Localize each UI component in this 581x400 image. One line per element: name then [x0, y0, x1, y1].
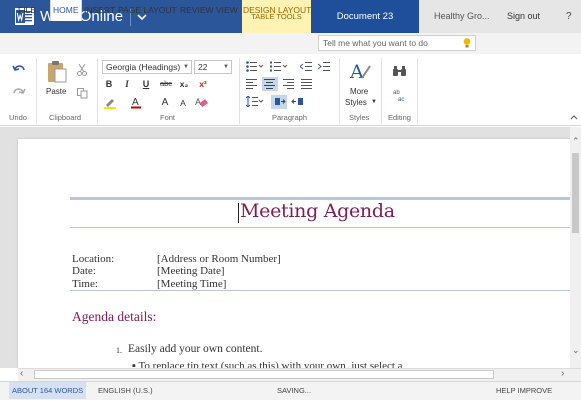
paste-button-label[interactable]: Paste — [46, 87, 66, 96]
date-value[interactable]: [Meeting Date] — [157, 265, 225, 277]
ribbon-tabs — [0, 33, 581, 54]
tab-file[interactable]: FILE — [18, 0, 36, 21]
numbering-icon[interactable] — [270, 61, 288, 74]
collapse-ribbon-icon[interactable] — [570, 112, 578, 122]
tab-home[interactable]: HOME — [50, 0, 82, 21]
italic-button[interactable]: I — [121, 79, 133, 89]
group-divider — [381, 58, 382, 124]
tab-design[interactable]: DESIGN — [243, 0, 276, 21]
styles-icon[interactable]: A — [349, 60, 372, 84]
vertical-scroll-thumb[interactable] — [572, 153, 579, 233]
group-divider — [97, 58, 98, 124]
svg-text:A: A — [195, 97, 201, 107]
grow-font-button[interactable]: A — [159, 97, 171, 108]
font-size-select[interactable]: 22 ▼ — [194, 60, 232, 74]
cut-icon[interactable] — [77, 63, 87, 78]
text-cursor — [238, 203, 239, 223]
svg-text:ac: ac — [398, 97, 404, 102]
agenda-heading[interactable]: Agenda details: — [72, 309, 156, 325]
rtl-direction-icon[interactable] — [291, 96, 305, 110]
scroll-left-icon[interactable]: ‹ — [20, 368, 23, 379]
location-label[interactable]: Location: — [72, 253, 114, 265]
list-item[interactable]: Easily add your own content. — [128, 343, 262, 355]
font-color-icon[interactable]: A — [130, 96, 144, 111]
justify-icon[interactable] — [301, 79, 313, 91]
saving-status: SAVING... — [277, 386, 312, 395]
scroll-right-icon[interactable]: › — [561, 368, 564, 379]
tab-insert[interactable]: INSERT — [84, 0, 115, 21]
editing-group-label: Editing — [388, 113, 411, 122]
heading-rule-bottom — [70, 227, 570, 228]
svg-text:A: A — [350, 61, 364, 82]
fields-table-rule — [70, 290, 570, 291]
paste-icon[interactable] — [46, 60, 68, 86]
help-improve-link[interactable]: HELP IMPROVE OFFICE — [496, 382, 581, 399]
svg-text:A: A — [132, 97, 139, 108]
undo-group-label: Undo — [9, 113, 27, 122]
align-right-icon[interactable] — [283, 79, 295, 91]
time-label[interactable]: Time: — [72, 278, 98, 290]
styles-dropdown-label[interactable]: Styles — [345, 98, 367, 107]
font-group-label: Font — [160, 113, 176, 122]
tab-view[interactable]: VIEW — [216, 0, 238, 21]
location-value[interactable]: [Address or Room Number] — [157, 253, 281, 265]
superscript-button[interactable]: x² — [197, 79, 209, 89]
subscript-button[interactable]: x₂ — [178, 79, 190, 89]
strikethrough-button[interactable]: abc — [158, 79, 174, 88]
group-divider — [339, 58, 340, 124]
document-heading[interactable]: Meeting Agenda — [240, 200, 395, 222]
align-center-icon[interactable] — [262, 77, 278, 91]
scroll-up-icon[interactable]: ⌃ — [572, 136, 580, 147]
more-styles-label[interactable]: More — [350, 87, 368, 96]
font-size-value: 22 — [198, 62, 208, 72]
clipboard-group-label: Clipboard — [49, 113, 82, 122]
tab-page-layout[interactable]: PAGE LAYOUT — [118, 0, 177, 21]
increase-indent-icon[interactable] — [317, 61, 330, 74]
bold-button[interactable]: B — [103, 79, 115, 89]
replace-icon[interactable]: ab ac — [393, 88, 407, 104]
paragraph-group-label: Paragraph — [272, 113, 308, 122]
font-name-select[interactable]: Georgia (Headings) ▼ — [102, 60, 192, 74]
horizontal-scroll-thumb[interactable] — [34, 370, 494, 379]
undo-icon[interactable] — [12, 64, 26, 78]
time-value[interactable]: [Meeting Time] — [157, 278, 226, 290]
shrink-font-button[interactable]: A — [177, 98, 189, 108]
chevron-down-icon[interactable]: ▼ — [371, 99, 377, 105]
highlight-icon[interactable] — [104, 97, 118, 111]
find-icon[interactable] — [393, 66, 407, 78]
font-name-value: Georgia (Headings) — [106, 62, 181, 72]
ltr-direction-icon[interactable] — [271, 95, 287, 109]
group-divider — [239, 58, 240, 124]
decrease-indent-icon[interactable] — [299, 61, 312, 74]
tab-review[interactable]: REVIEW — [180, 0, 214, 21]
bullets-icon[interactable] — [246, 61, 264, 74]
tab-layout[interactable]: LAYOUT — [278, 0, 311, 21]
tell-me-input[interactable]: Tell me what you want to do — [318, 35, 476, 51]
word-count[interactable]: ABOUT 164 WORDS — [9, 382, 87, 399]
svg-text:ab: ab — [393, 90, 400, 96]
chevron-down-icon: ▼ — [223, 64, 229, 70]
help-button[interactable]: ? — [566, 0, 572, 33]
redo-icon[interactable] — [12, 87, 26, 101]
sign-out-link[interactable]: Sign out — [507, 0, 540, 33]
group-divider — [417, 58, 418, 124]
document-title[interactable]: Document 23 — [311, 0, 419, 33]
underline-button[interactable]: U — [140, 79, 152, 89]
copy-icon[interactable] — [77, 88, 88, 101]
chevron-down-icon: ▼ — [183, 64, 189, 70]
language-status[interactable]: ENGLISH (U.S.) — [98, 382, 153, 399]
line-spacing-icon[interactable] — [245, 95, 264, 109]
styles-group-label: Styles — [349, 113, 370, 122]
align-left-icon[interactable] — [246, 79, 258, 91]
date-label[interactable]: Date: — [72, 265, 96, 277]
clear-formatting-icon[interactable]: A — [194, 96, 208, 110]
lightbulb-icon — [463, 38, 471, 48]
group-divider — [36, 58, 37, 124]
list-number: 1. — [116, 346, 122, 355]
user-name[interactable]: Healthy Gro... — [434, 0, 490, 33]
scroll-down-icon[interactable]: ⌄ — [572, 345, 580, 356]
